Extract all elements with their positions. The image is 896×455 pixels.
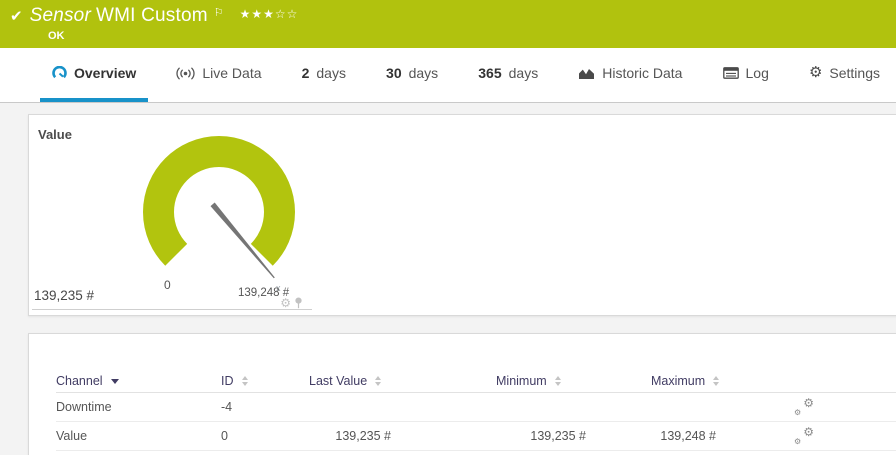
channel-table-panel: Channel ID Last Value Minimum Maximum Do… [28, 333, 896, 455]
sort-desc-icon [111, 379, 119, 384]
minimum-cell: 139,235 # [496, 429, 651, 443]
column-header-last-value[interactable]: Last Value [309, 374, 496, 388]
status-ok-check-icon: ✔ [10, 7, 23, 25]
sensor-header: ✔ SensorWMI Custom ⚐ ★★★☆☆ OK [0, 0, 896, 48]
sort-toggle-icon [713, 376, 719, 386]
tab-365-days[interactable]: 365 days [466, 48, 550, 102]
gear-icon: ⚙ [794, 437, 801, 446]
column-header-minimum[interactable]: Minimum [496, 374, 651, 388]
tab-label: Live Data [202, 65, 261, 81]
channel-settings-gears-icon[interactable]: ⚙ ⚙ [794, 428, 814, 444]
last-value-cell: 139,235 # [309, 429, 496, 443]
tab-live-data[interactable]: Live Data [164, 48, 273, 102]
gauge-panel: Value x 0 139,248 # 139,235 # ⚙ [28, 114, 896, 316]
tab-label: Historic Data [602, 65, 682, 81]
column-label: Maximum [651, 374, 705, 388]
gear-icon: ⚙ [803, 425, 814, 439]
gauge-footer-divider [32, 309, 312, 310]
tab-2-days[interactable]: 2 days [290, 48, 358, 102]
gauge-chart: x [31, 133, 341, 295]
table-row-value[interactable]: Value 0 139,235 # 139,235 # 139,248 # ⚙ … [56, 422, 896, 451]
maximum-cell: 139,248 # [651, 429, 794, 443]
value-gauge-widget[interactable]: Value x 0 139,248 # 139,235 # ⚙ [31, 121, 313, 315]
priority-flag-icon[interactable]: ⚐ [214, 6, 224, 19]
sort-toggle-icon [242, 376, 248, 386]
status-badge: OK [48, 30, 886, 42]
gauge-settings-gear-icon[interactable]: ⚙ [280, 297, 291, 309]
tab-number: 2 [302, 65, 310, 81]
sensor-kind-label: Sensor [30, 5, 91, 26]
tab-30-days[interactable]: 30 days [374, 48, 450, 102]
tab-bar: Overview Live Data 2 days 30 days 365 da… [0, 48, 896, 103]
tab-historic-data[interactable]: Historic Data [566, 48, 694, 102]
table-row-downtime[interactable]: Downtime -4 ⚙ ⚙ [56, 393, 896, 422]
tab-label: days [316, 65, 346, 81]
tab-label: Settings [829, 65, 880, 81]
column-label: ID [221, 374, 234, 388]
tab-log[interactable]: Log [711, 48, 781, 102]
sort-toggle-icon [375, 376, 381, 386]
gauge-icon [52, 66, 67, 81]
column-header-id[interactable]: ID [221, 374, 309, 388]
gauge-pin-icon[interactable] [294, 297, 303, 309]
area-chart-icon [578, 67, 595, 80]
tab-overview[interactable]: Overview [40, 48, 148, 102]
gear-icon: ⚙ [803, 396, 814, 410]
gauge-current-value: 139,235 # [34, 288, 94, 303]
tab-number: 365 [478, 65, 501, 81]
tab-label: Overview [74, 65, 136, 81]
column-label: Minimum [496, 374, 547, 388]
tab-settings[interactable]: ⚙ Settings [797, 48, 892, 102]
column-label: Last Value [309, 374, 367, 388]
column-header-channel[interactable]: Channel [56, 374, 221, 388]
live-broadcast-icon [176, 67, 195, 80]
column-label: Channel [56, 374, 103, 388]
tab-label: days [409, 65, 439, 81]
channel-name-cell[interactable]: Value [56, 429, 221, 443]
channel-id-cell: 0 [221, 429, 309, 443]
sort-toggle-icon [555, 376, 561, 386]
channel-name-cell[interactable]: Downtime [56, 400, 221, 414]
tab-label: days [509, 65, 539, 81]
channel-settings-gears-icon[interactable]: ⚙ ⚙ [794, 399, 814, 415]
tab-label: Log [746, 65, 769, 81]
tab-number: 30 [386, 65, 402, 81]
gear-icon: ⚙ [794, 408, 801, 417]
priority-stars-rating[interactable]: ★★★☆☆ [240, 7, 299, 21]
channel-id-cell: -4 [221, 400, 309, 414]
settings-gear-icon: ⚙ [809, 66, 822, 80]
table-header-row: Channel ID Last Value Minimum Maximum [56, 370, 896, 393]
sensor-name: WMI Custom [96, 5, 208, 26]
column-header-maximum[interactable]: Maximum [651, 374, 794, 388]
page-title: SensorWMI Custom [30, 5, 208, 27]
gauge-scale-min: 0 [164, 278, 171, 292]
log-list-icon [723, 67, 739, 79]
